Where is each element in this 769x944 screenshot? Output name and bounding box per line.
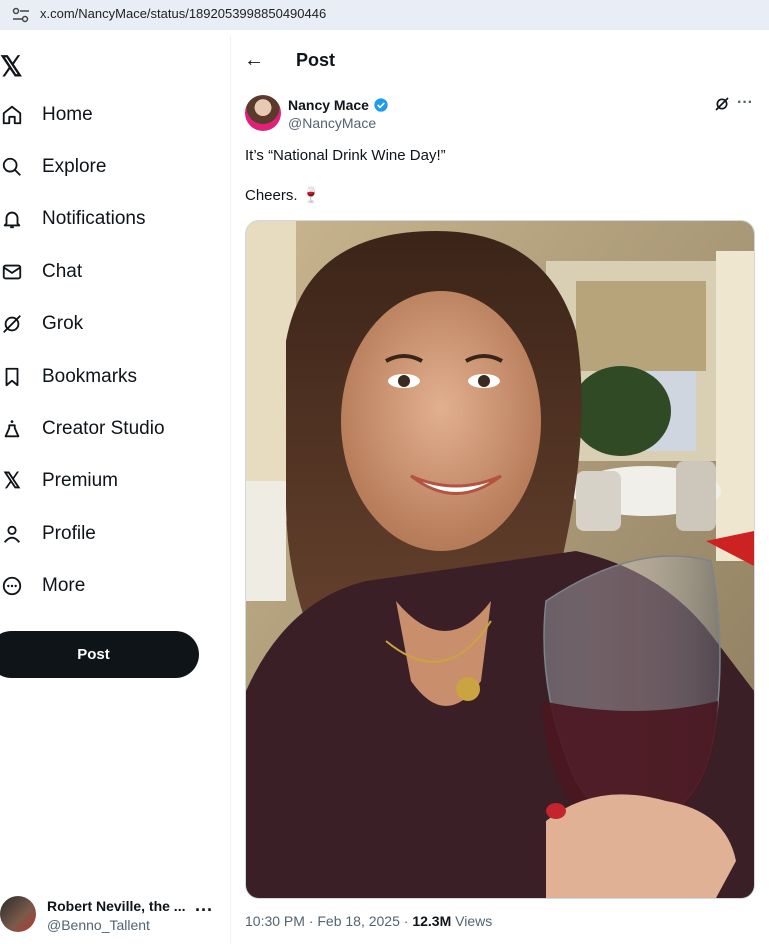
browser-address-bar[interactable]: x.com/NancyMace/status/18920539988504904… [0,0,769,30]
bell-icon [0,207,24,231]
author-name: Nancy Mace [288,97,369,113]
tweet-meta: 10:30 PM · Feb 18, 2025 · 12.3M Views [245,913,492,929]
account-handle: @Benno_Tallent [47,917,150,933]
grok-icon[interactable] [714,96,730,112]
mail-icon [0,260,24,284]
sidebar-item-label: Bookmarks [42,366,138,387]
sidebar-item-label: More [42,575,86,596]
post-detail: ← Post Nancy Mace @NancyMace ··· It’s “N… [231,36,769,944]
tweet-timestamp[interactable]: 10:30 PM · Feb 18, 2025 · [245,913,412,929]
sidebar-item-label: Chat [42,261,83,282]
sidebar-item-label: Profile [42,523,96,544]
more-circle-icon [0,574,24,598]
site-settings-icon[interactable] [12,7,30,23]
sidebar-item-label: Grok [42,313,84,334]
author-handle[interactable]: @NancyMace [288,115,376,131]
tweet-photo[interactable] [245,220,755,899]
search-icon [0,155,24,179]
sidebar-item-label: Explore [42,156,107,177]
bookmark-icon [0,365,24,389]
sidebar-item-label: Home [42,104,93,125]
account-name: Robert Neville, the ... [47,898,186,914]
sidebar-item-notifications[interactable]: Notifications [0,199,220,239]
sidebar-item-label: Premium [42,470,119,491]
url-text[interactable]: x.com/NancyMace/status/18920539988504904… [40,6,326,21]
sidebar-item-chat[interactable]: Chat [0,252,220,292]
sidebar-item-home[interactable]: Home [0,95,220,135]
x-logo-icon[interactable]: 𝕏 [0,50,23,83]
sidebar-item-more[interactable]: More [0,566,220,606]
sidebar-item-explore[interactable]: Explore [0,147,220,187]
sidebar-item-bookmarks[interactable]: Bookmarks [0,357,220,397]
author-name-row[interactable]: Nancy Mace [288,97,389,113]
more-options-icon[interactable]: ··· [195,900,213,921]
photo-selfie-wine-glass [246,221,754,898]
flask-icon [0,417,24,441]
page-title: Post [296,50,336,70]
sidebar-item-label: Creator Studio [42,418,165,439]
author-avatar[interactable] [245,95,281,131]
account-switcher[interactable]: Robert Neville, the ... @Benno_Tallent ·… [0,890,225,938]
sidebar-item-grok[interactable]: Grok [0,304,220,344]
avatar [0,896,36,932]
home-icon [0,103,24,127]
sidebar-item-creator-studio[interactable]: Creator Studio [0,409,220,449]
grok-icon [0,312,24,336]
more-options-icon[interactable]: ··· [737,94,753,112]
x-icon: 𝕏 [3,468,21,493]
views-label: Views [451,913,493,929]
views-count: 12.3M [412,913,452,929]
sidebar-item-premium[interactable]: 𝕏 Premium [0,461,220,501]
sidebar-item-profile[interactable]: Profile [0,514,220,554]
sidebar: 𝕏 Home Explore Notifications Chat Grok B… [0,36,231,944]
sidebar-item-label: Notifications [42,208,146,229]
post-button[interactable]: Post [0,631,199,678]
back-arrow-icon[interactable]: ← [244,49,264,72]
person-icon [0,522,24,546]
verified-badge-icon [374,98,388,112]
tweet-text: It’s “National Drink Wine Day!” Cheers. … [245,147,446,204]
